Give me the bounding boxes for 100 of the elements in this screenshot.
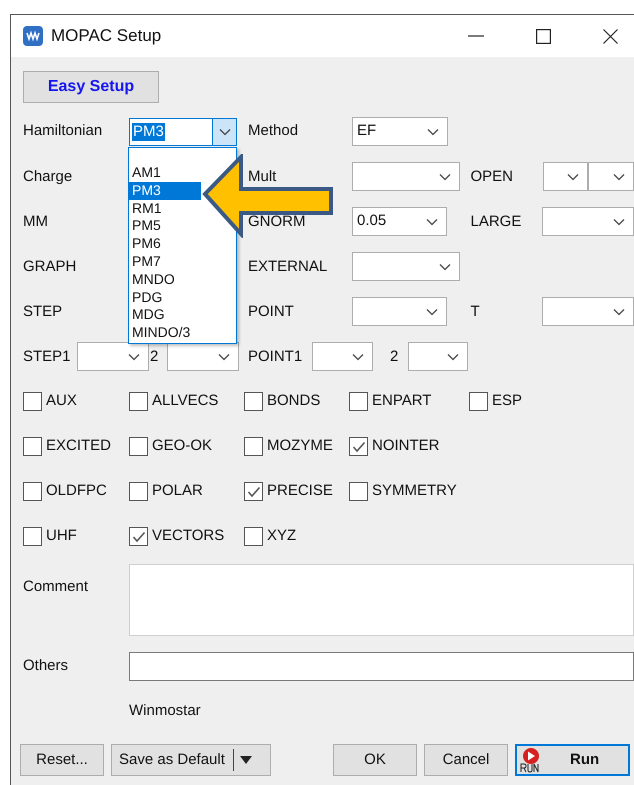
field-label: EXTERNAL [248,258,328,274]
dropdown-field[interactable]: 0.05 [352,207,448,236]
field-label: Method [248,121,300,142]
app-icon [23,26,43,46]
dropdown-field[interactable]: EF [352,117,448,146]
chevron-down-icon [128,352,140,360]
checkbox-label: UHF [46,526,77,546]
dropdown-option[interactable]: AM1 [129,164,201,182]
chevron-down-icon [613,172,625,180]
checkbox[interactable] [23,482,42,501]
checkbox-label: GEO-OK [152,436,212,456]
dropdown-option[interactable]: RM1 [129,200,201,218]
chevron-down-icon [426,308,438,316]
dropdown-option[interactable]: PM6 [129,235,201,253]
dropdown-field[interactable] [542,162,588,191]
check-icon [246,486,260,498]
checkbox[interactable] [349,392,368,411]
easy-setup-button[interactable]: Easy Setup [23,71,159,103]
checkbox-label: SYMMETRY [372,481,457,502]
dropdown-option[interactable]: MNDO [129,270,201,289]
dropdown-field[interactable] [312,342,373,371]
chevron-down-icon [439,262,451,270]
checkbox-label: POLAR [152,481,203,502]
checkbox[interactable] [23,527,42,546]
checkbox-label: NOINTER [372,436,440,456]
checkbox[interactable] [244,392,263,411]
chevron-down-icon [567,172,580,180]
chevron-down-icon [218,352,230,360]
dropdown-field[interactable] [352,162,460,191]
checkbox-label: OLDFPC [46,481,107,502]
dropdown-option[interactable]: PM7 [129,252,201,271]
others-field[interactable] [129,652,634,681]
checkbox-label: MOZYME [267,436,333,456]
chevron-down-icon [426,218,438,226]
chevron-down-icon [447,352,459,360]
dialog-button[interactable]: OK [333,744,417,776]
field-label: Charge [23,168,72,184]
dropdown-field[interactable] [588,162,634,191]
window-title: MOPAC Setup [51,25,162,48]
checkbox-label: PRECISE [267,481,333,502]
dropdown-option[interactable]: PM5 [129,217,201,236]
checkbox-label: BONDS [267,391,320,412]
checkbox[interactable] [244,437,263,456]
comment-field[interactable] [129,564,634,636]
dialog-button[interactable]: Cancel [424,744,508,776]
field-label: POINT [248,302,294,320]
maximize-icon[interactable] [536,28,551,44]
footer-label: Winmostar [129,700,201,721]
dropdown-field[interactable] [408,342,468,371]
checkbox[interactable] [129,527,148,546]
chevron-down-icon [352,352,364,360]
minimize-icon[interactable] [468,35,484,37]
field-label: POINT1 [248,348,302,364]
check-icon [132,530,146,542]
checkbox-label: EXCITED [46,436,112,456]
dropdown-field[interactable] [542,297,634,326]
checkbox[interactable] [23,437,42,456]
checkbox[interactable] [129,392,148,411]
checkbox-label: XYZ [267,526,296,546]
dialog-button[interactable]: Reset... [20,744,104,776]
checkbox-label: ESP [492,391,522,412]
checkbox-label: AUX [46,391,77,412]
field-label: 2 [150,348,158,364]
caret-down-icon [240,756,252,764]
dropdown-option[interactable]: MDG [129,306,201,324]
checkbox[interactable] [129,437,148,456]
checkbox-label: VECTORS [152,526,224,546]
checkbox[interactable] [23,392,42,411]
chevron-down-icon [218,128,230,136]
hamiltonian-dropdown[interactable]: PM3 [129,118,237,146]
checkbox[interactable] [244,482,263,501]
chevron-down-icon [613,308,625,316]
dropdown-field[interactable] [167,342,239,371]
field-label: Others [23,656,70,676]
dropdown-option[interactable]: MINDO/3 [129,324,201,342]
checkbox[interactable] [469,392,488,411]
chevron-down-icon [613,218,625,226]
chevron-down-icon [427,128,439,136]
field-label: OPEN [470,168,514,184]
field-label: MM [23,212,48,230]
split-button[interactable]: Save as Default [111,744,271,776]
field-label: STEP1 [23,348,71,364]
field-label: 2 [390,348,398,364]
dropdown-option[interactable]: PM3 [129,182,201,200]
checkbox[interactable] [129,482,148,501]
field-label: STEP [23,302,62,320]
run-button[interactable]: Run [515,744,630,776]
checkbox[interactable] [349,437,368,456]
dropdown-field[interactable] [77,342,149,371]
check-icon [352,440,366,452]
checkbox-label: ALLVECS [152,391,218,412]
dropdown-field[interactable] [352,297,448,326]
dropdown-option[interactable]: PDG [129,288,201,306]
dropdown-field[interactable] [352,252,460,281]
checkbox[interactable] [349,482,368,501]
checkbox[interactable] [244,527,263,546]
field-label: LARGE [470,212,522,230]
dropdown-field[interactable] [542,207,634,236]
checkbox-label: ENPART [372,391,432,412]
close-icon[interactable] [603,28,618,44]
